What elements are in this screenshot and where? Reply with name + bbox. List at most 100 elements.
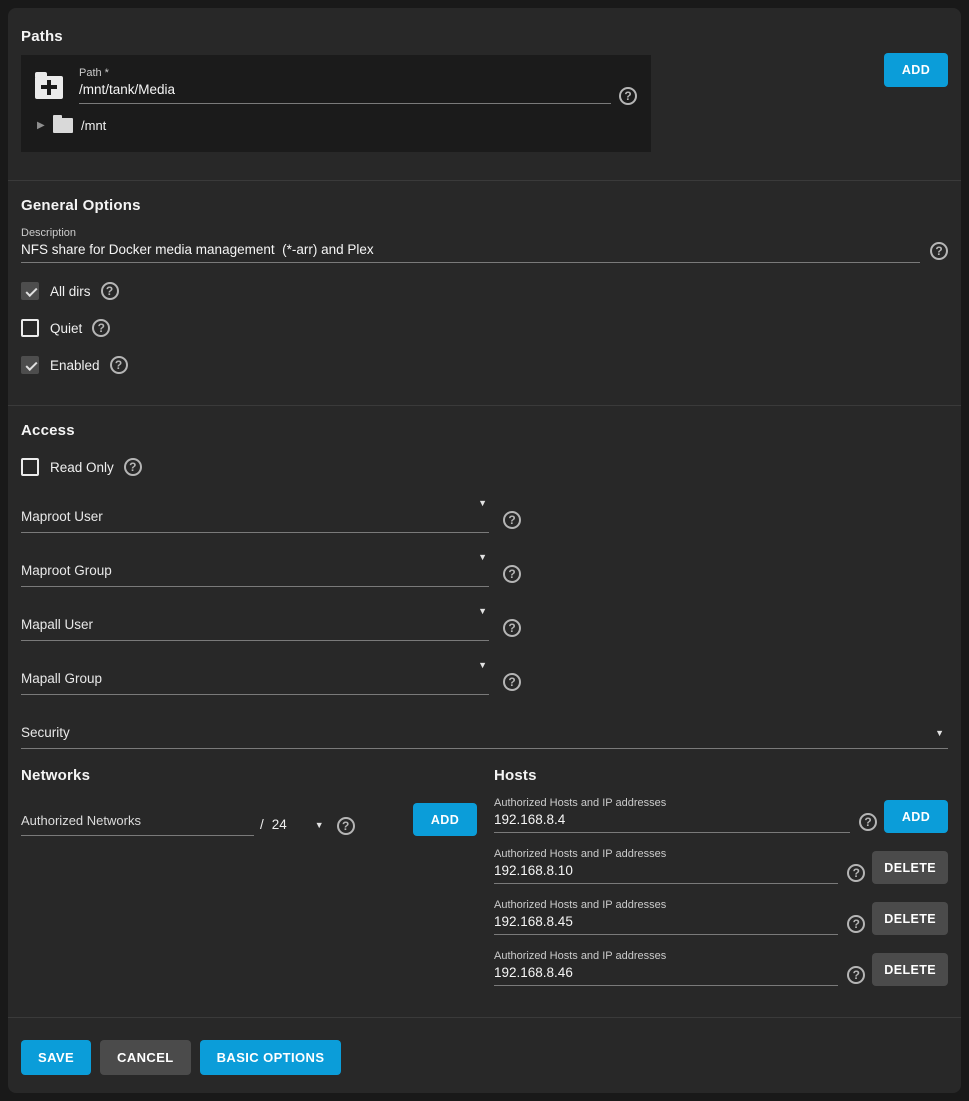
- help-icon[interactable]: ?: [124, 458, 142, 476]
- quiet-label: Quiet: [50, 321, 82, 336]
- mapall-group-select[interactable]: Mapall Group ▼: [21, 650, 489, 695]
- host-delete-button[interactable]: DELETE: [872, 851, 948, 884]
- help-icon[interactable]: ?: [859, 813, 877, 831]
- folder-plus-icon: [35, 76, 63, 99]
- path-input[interactable]: Path * /mnt/tank/Media: [79, 67, 611, 104]
- netmask-separator: /: [260, 817, 264, 832]
- quiet-checkbox[interactable]: [21, 319, 39, 337]
- checkbox-row-enabled: Enabled ?: [21, 356, 948, 374]
- read-only-checkbox[interactable]: [21, 458, 39, 476]
- maproot-user-select[interactable]: Maproot User ▼: [21, 488, 489, 533]
- chevron-down-icon[interactable]: ▼: [478, 660, 487, 670]
- general-options-section: General Options Description NFS share fo…: [21, 181, 948, 374]
- authorized-host-value[interactable]: 192.168.8.45: [494, 914, 838, 930]
- authorized-host-input[interactable]: Authorized Hosts and IP addresses 192.16…: [494, 899, 838, 935]
- help-icon[interactable]: ?: [101, 282, 119, 300]
- host-row: Authorized Hosts and IP addresses 192.16…: [494, 950, 948, 986]
- all-dirs-label: All dirs: [50, 284, 91, 299]
- help-glyph: ?: [129, 460, 136, 474]
- help-icon[interactable]: ?: [847, 864, 865, 882]
- cancel-button[interactable]: CANCEL: [100, 1040, 191, 1075]
- help-glyph: ?: [508, 567, 515, 581]
- description-label: Description: [21, 227, 920, 239]
- help-icon[interactable]: ?: [930, 242, 948, 260]
- all-dirs-checkbox[interactable]: [21, 282, 39, 300]
- help-glyph: ?: [508, 513, 515, 527]
- help-icon[interactable]: ?: [619, 87, 637, 105]
- help-icon[interactable]: ?: [503, 511, 521, 529]
- mapall-group-label: Mapall Group: [21, 671, 102, 686]
- enabled-checkbox[interactable]: [21, 356, 39, 374]
- help-icon[interactable]: ?: [503, 565, 521, 583]
- help-icon[interactable]: ?: [847, 966, 865, 984]
- footer-divider: [8, 1017, 961, 1018]
- caret-right-icon[interactable]: ▶: [37, 120, 53, 131]
- paths-section: Paths ADD Path * /mnt/tank/Media ? ▶ /mn…: [21, 20, 948, 152]
- help-glyph: ?: [508, 675, 515, 689]
- networks-hosts-section: Networks Authorized Networks / 24 ▼ ? AD…: [21, 767, 948, 986]
- chevron-down-icon[interactable]: ▼: [315, 820, 324, 830]
- help-glyph: ?: [864, 815, 871, 829]
- access-heading: Access: [21, 422, 948, 439]
- network-add-button[interactable]: ADD: [413, 803, 477, 836]
- authorized-host-input[interactable]: Authorized Hosts and IP addresses 192.16…: [494, 848, 838, 884]
- description-value[interactable]: NFS share for Docker media management (*…: [21, 242, 920, 258]
- maproot-user-label: Maproot User: [21, 509, 103, 524]
- host-row: Authorized Hosts and IP addresses 192.16…: [494, 848, 948, 884]
- path-picker-panel: Path * /mnt/tank/Media ? ▶ /mnt: [21, 55, 651, 152]
- host-delete-button[interactable]: DELETE: [872, 902, 948, 935]
- chevron-down-icon[interactable]: ▼: [935, 728, 944, 738]
- path-input-label: Path *: [79, 67, 611, 79]
- authorized-host-label: Authorized Hosts and IP addresses: [494, 797, 850, 809]
- help-icon[interactable]: ?: [92, 319, 110, 337]
- chevron-down-icon[interactable]: ▼: [478, 552, 487, 562]
- mapall-user-select[interactable]: Mapall User ▼: [21, 596, 489, 641]
- authorized-networks-input[interactable]: Authorized Networks: [21, 798, 254, 836]
- help-glyph: ?: [624, 89, 631, 103]
- chevron-down-icon[interactable]: ▼: [478, 606, 487, 616]
- hosts-column: Hosts Authorized Hosts and IP addresses …: [494, 767, 948, 986]
- help-glyph: ?: [342, 819, 349, 833]
- hosts-heading: Hosts: [494, 767, 948, 784]
- checkbox-row-read-only: Read Only ?: [21, 458, 948, 476]
- help-icon[interactable]: ?: [847, 915, 865, 933]
- host-row: Authorized Hosts and IP addresses 192.16…: [494, 899, 948, 935]
- help-icon[interactable]: ?: [337, 817, 355, 835]
- authorized-host-input[interactable]: Authorized Hosts and IP addresses 192.16…: [494, 797, 850, 833]
- checkbox-row-all-dirs: All dirs ?: [21, 282, 948, 300]
- security-select[interactable]: Security ▼: [21, 704, 948, 749]
- basic-options-button[interactable]: BASIC OPTIONS: [200, 1040, 342, 1075]
- help-glyph: ?: [853, 917, 860, 931]
- help-glyph: ?: [98, 321, 105, 335]
- access-section: Access Read Only ? Maproot User ▼ ? Mapr…: [21, 406, 948, 749]
- help-icon[interactable]: ?: [503, 619, 521, 637]
- authorized-networks-label: Authorized Networks: [21, 813, 141, 828]
- authorized-host-value[interactable]: 192.168.8.46: [494, 965, 838, 981]
- description-input[interactable]: Description NFS share for Docker media m…: [21, 227, 920, 263]
- help-glyph: ?: [106, 284, 113, 298]
- form-actions: SAVE CANCEL BASIC OPTIONS: [21, 1040, 948, 1075]
- security-label: Security: [21, 725, 70, 740]
- maproot-group-select[interactable]: Maproot Group ▼: [21, 542, 489, 587]
- host-row: Authorized Hosts and IP addresses 192.16…: [494, 797, 948, 833]
- help-glyph: ?: [853, 866, 860, 880]
- host-delete-button[interactable]: DELETE: [872, 953, 948, 986]
- authorized-host-value[interactable]: 192.168.8.4: [494, 812, 850, 828]
- chevron-down-icon[interactable]: ▼: [478, 498, 487, 508]
- netmask-value[interactable]: 24: [272, 817, 287, 832]
- folder-icon: [53, 118, 73, 133]
- help-icon[interactable]: ?: [503, 673, 521, 691]
- mapall-user-label: Mapall User: [21, 617, 93, 632]
- help-icon[interactable]: ?: [110, 356, 128, 374]
- help-glyph: ?: [508, 621, 515, 635]
- authorized-host-value[interactable]: 192.168.8.10: [494, 863, 838, 879]
- path-add-button[interactable]: ADD: [884, 53, 948, 87]
- read-only-label: Read Only: [50, 460, 114, 475]
- checkbox-row-quiet: Quiet ?: [21, 319, 948, 337]
- help-glyph: ?: [935, 244, 942, 258]
- path-input-value[interactable]: /mnt/tank/Media: [79, 82, 611, 98]
- authorized-host-input[interactable]: Authorized Hosts and IP addresses 192.16…: [494, 950, 838, 986]
- save-button[interactable]: SAVE: [21, 1040, 91, 1075]
- host-add-button[interactable]: ADD: [884, 800, 948, 833]
- tree-node-mnt[interactable]: ▶ /mnt: [35, 118, 637, 133]
